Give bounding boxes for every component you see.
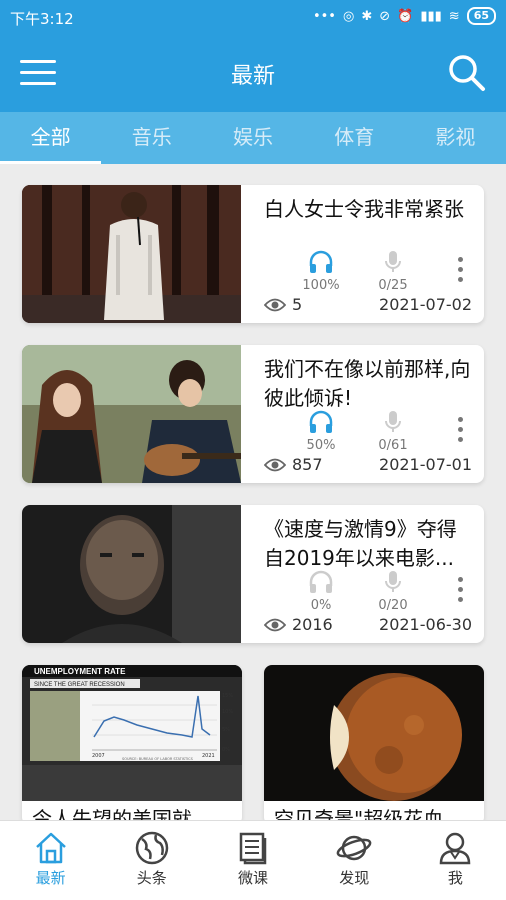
profile-icon xyxy=(440,832,471,865)
nav-latest[interactable]: 最新 xyxy=(0,821,101,900)
nav-label: 发现 xyxy=(339,869,370,887)
nav-label: 头条 xyxy=(136,869,167,887)
chart-year-label: 2007 xyxy=(92,753,105,759)
chart-tick-label: 15% xyxy=(222,693,233,699)
tab-music[interactable]: 音乐 xyxy=(101,112,202,164)
view-count-value: 2016 xyxy=(292,615,333,634)
grid-video-card[interactable]: UNEMPLOYMENT RATE SINCE THE GREAT RECESS… xyxy=(22,665,242,820)
record-progress: 0/61 xyxy=(368,410,418,453)
video-card[interactable]: 《速度与激情9》夺得自2019年以来电影... 0% 0/20 2016 202… xyxy=(22,505,484,643)
eye-icon xyxy=(264,618,286,631)
nav-label: 微课 xyxy=(238,869,269,887)
video-title[interactable]: 空见奇景"超级花血 xyxy=(274,803,443,820)
nav-discover[interactable]: 发现 xyxy=(304,821,405,900)
tab-entertainment[interactable]: 娱乐 xyxy=(202,112,303,164)
chart-source: SOURCE: BUREAU OF LABOR STATISTICS xyxy=(122,757,194,761)
tab-all[interactable]: 全部 xyxy=(0,112,102,164)
headphones-icon xyxy=(309,410,333,433)
view-count: 2016 xyxy=(264,615,333,634)
video-thumbnail[interactable] xyxy=(264,665,484,801)
headphones-icon xyxy=(309,250,333,273)
battery-icon: 65 xyxy=(466,7,496,25)
nav-label: 最新 xyxy=(35,869,66,887)
more-options-icon[interactable] xyxy=(452,257,468,287)
nav-label: 我 xyxy=(447,869,463,887)
location-icon: ◎ xyxy=(342,8,355,24)
view-count: 5 xyxy=(264,295,302,314)
publish-date: 2021-07-01 xyxy=(379,455,472,474)
listen-progress: 0% xyxy=(296,570,346,613)
planet-icon xyxy=(336,835,372,861)
video-thumbnail[interactable] xyxy=(22,345,241,483)
chart-subtitle: SINCE THE GREAT RECESSION xyxy=(34,682,125,688)
video-thumbnail[interactable] xyxy=(22,185,241,323)
chart-tick-label: 0% xyxy=(222,747,230,753)
video-title[interactable]: 白人女士令我非常紧张 xyxy=(264,195,474,224)
more-options-icon[interactable] xyxy=(452,577,468,607)
publish-date: 2021-06-30 xyxy=(379,615,472,634)
globe-icon xyxy=(135,831,169,865)
content-feed[interactable]: 白人女士令我非常紧张 100% 0/25 5 2021-07-02 我们不在像以… xyxy=(0,164,506,820)
record-progress: 0/25 xyxy=(368,250,418,293)
wifi-icon: ≋ xyxy=(448,8,460,24)
more-options-icon[interactable] xyxy=(452,417,468,447)
home-icon xyxy=(35,832,66,864)
listen-progress: 50% xyxy=(296,410,346,453)
publish-date: 2021-07-02 xyxy=(379,295,472,314)
listen-percent: 0% xyxy=(310,598,332,613)
video-title[interactable]: 令人失望的美国就 xyxy=(32,803,192,820)
video-card[interactable]: 我们不在像以前那样,向彼此倾诉! 50% 0/61 857 2021-07-01 xyxy=(22,345,484,483)
status-time: 下午3:12 xyxy=(10,10,74,28)
listen-progress: 100% xyxy=(296,250,346,293)
tab-movies[interactable]: 影视 xyxy=(405,112,506,164)
signal-icon: ▮▮▮ xyxy=(420,8,442,24)
nav-me[interactable]: 我 xyxy=(405,821,506,900)
search-icon[interactable] xyxy=(448,54,486,92)
grid-video-card[interactable]: 空见奇景"超级花血 xyxy=(264,665,484,820)
mute-icon: ⊘ xyxy=(379,8,391,24)
app-bar: 最新 xyxy=(0,36,506,112)
alarm-icon: ⏰ xyxy=(397,8,414,24)
bluetooth-icon: ✱ xyxy=(361,8,373,24)
chart-title: UNEMPLOYMENT RATE xyxy=(34,667,126,676)
record-count: 0/25 xyxy=(378,278,408,293)
record-progress: 0/20 xyxy=(368,570,418,613)
video-thumbnail[interactable] xyxy=(22,505,241,643)
record-count: 0/61 xyxy=(378,438,408,453)
listen-percent: 100% xyxy=(302,278,340,293)
headphones-icon xyxy=(309,570,333,593)
eye-icon xyxy=(264,298,286,311)
chart-tick-label: 5% xyxy=(222,727,230,733)
microphone-icon xyxy=(385,571,401,592)
video-title[interactable]: 《速度与激情9》夺得自2019年以来电影... xyxy=(264,515,474,573)
view-count: 857 xyxy=(264,455,323,474)
listen-percent: 50% xyxy=(306,438,336,453)
tab-sports[interactable]: 体育 xyxy=(304,112,405,164)
microphone-icon xyxy=(385,411,401,432)
chart-tick-label: 10% xyxy=(222,709,233,715)
status-bar: 下午3:12 ••• ◎ ✱ ⊘ ⏰ ▮▮▮ ≋ 65 xyxy=(0,0,506,36)
eye-icon xyxy=(264,458,286,471)
nav-headlines[interactable]: 头条 xyxy=(101,821,202,900)
status-icons: ••• ◎ ✱ ⊘ ⏰ ▮▮▮ ≋ 65 xyxy=(313,7,496,25)
chart-year-label: 2021 xyxy=(202,753,215,759)
video-card[interactable]: 白人女士令我非常紧张 100% 0/25 5 2021-07-02 xyxy=(22,185,484,323)
category-tabs: 全部 音乐 娱乐 体育 影视 xyxy=(0,112,506,164)
more-dots-icon: ••• xyxy=(312,8,336,24)
bottom-navigation: 最新 头条 微课 发现 我 xyxy=(0,820,506,900)
nav-microlessons[interactable]: 微课 xyxy=(202,821,303,900)
record-count: 0/20 xyxy=(378,598,408,613)
video-title[interactable]: 我们不在像以前那样,向彼此倾诉! xyxy=(264,355,474,413)
page-title: 最新 xyxy=(230,64,275,89)
view-count-value: 857 xyxy=(292,455,323,474)
view-count-value: 5 xyxy=(292,295,303,314)
video-thumbnail[interactable]: UNEMPLOYMENT RATE SINCE THE GREAT RECESS… xyxy=(22,665,242,801)
book-icon xyxy=(239,832,267,865)
microphone-icon xyxy=(385,251,401,272)
